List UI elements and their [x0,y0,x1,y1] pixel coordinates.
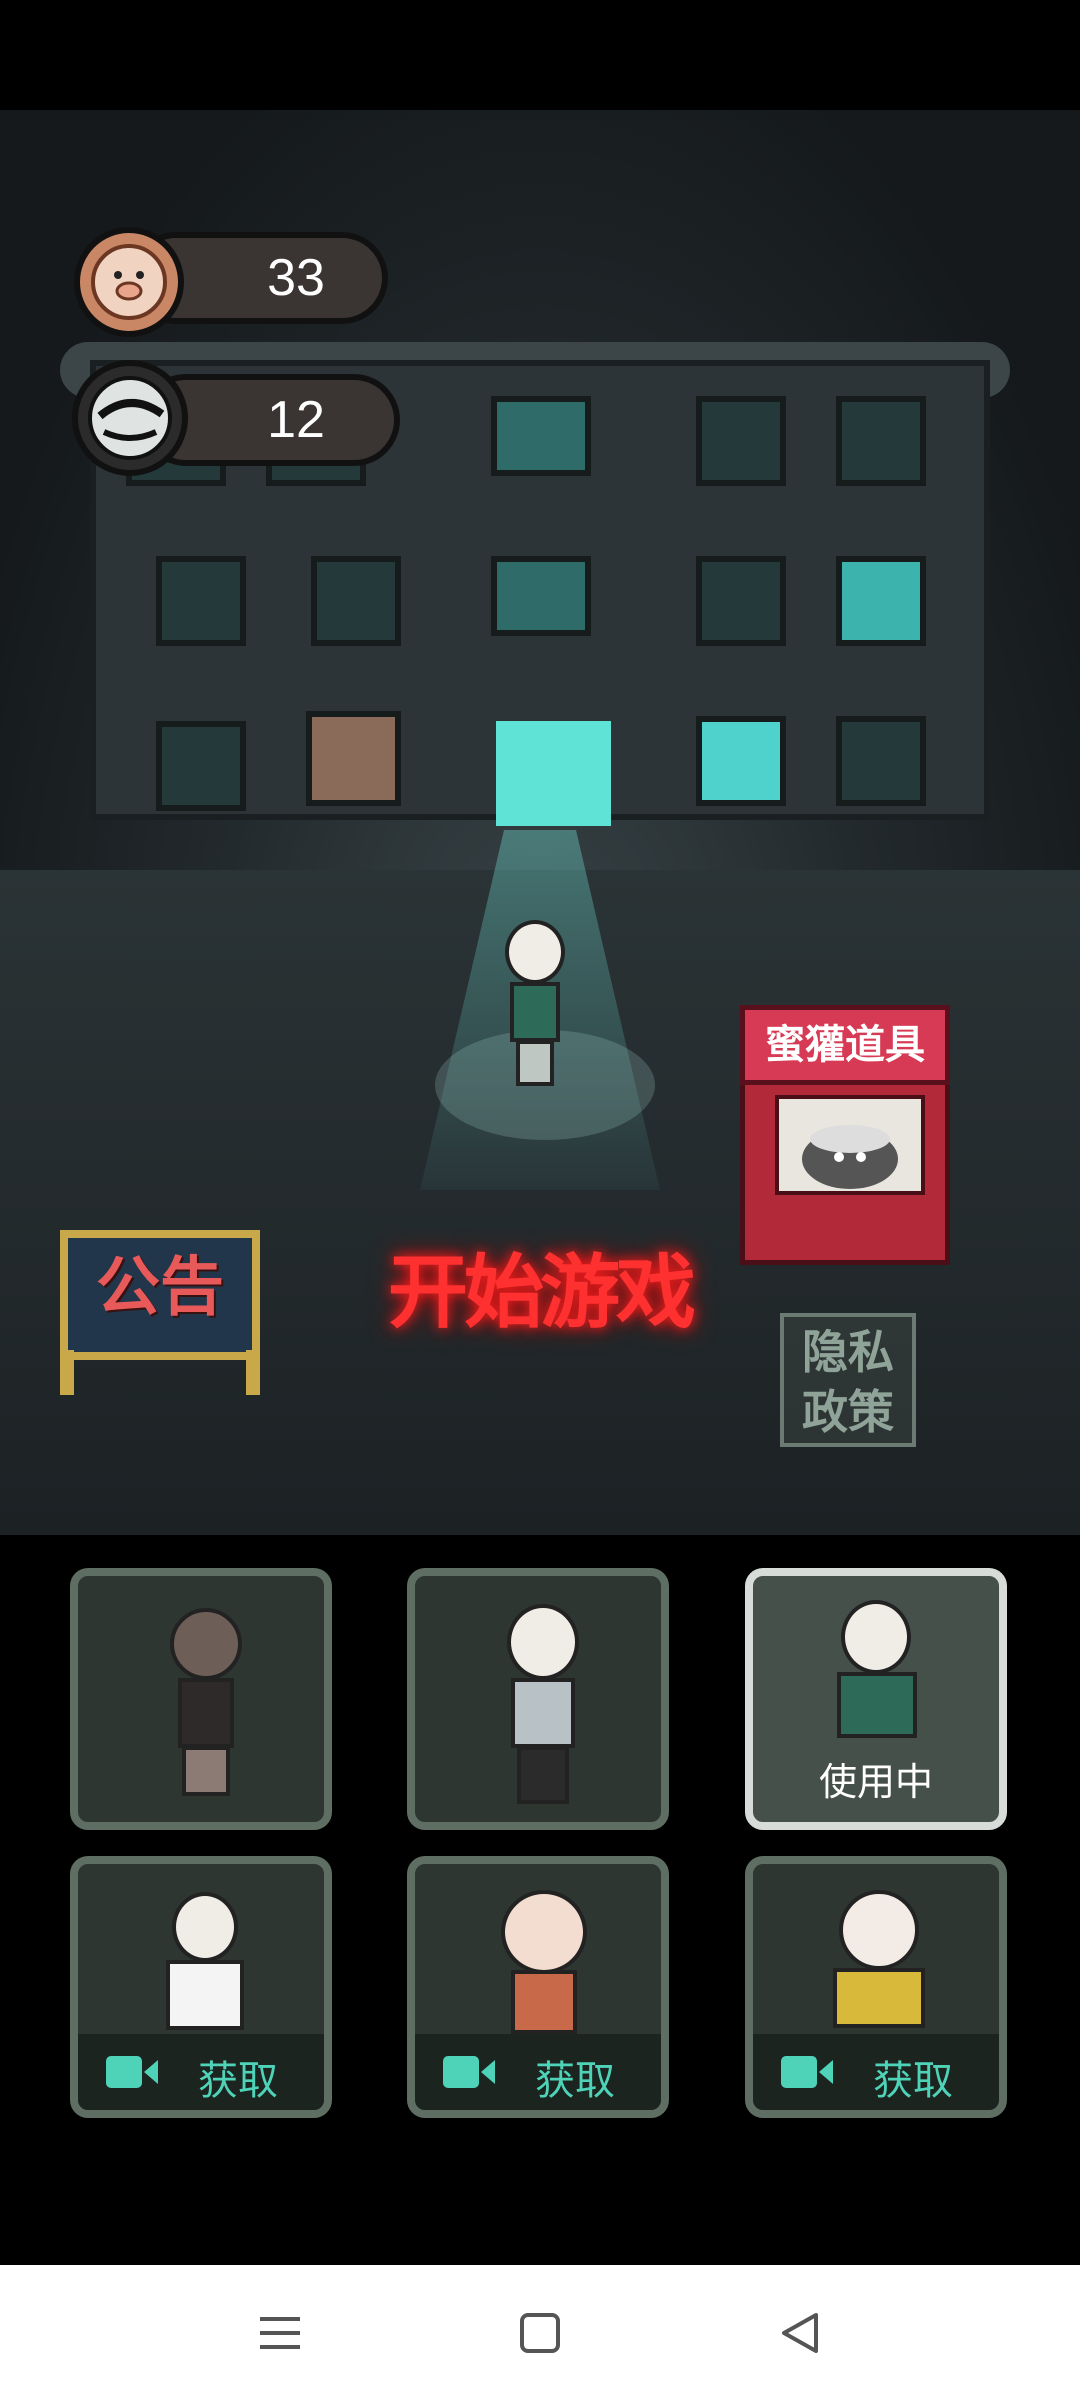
start-game-button[interactable]: 开始游戏 [370,1245,710,1340]
ticket-count: 12 [267,391,325,449]
video-camera-icon [781,2056,833,2088]
video-camera-icon [443,2056,495,2088]
character-card-4[interactable]: 获取 [70,1856,332,2118]
acquire-bar[interactable]: 获取 [78,2034,324,2110]
game-scene: 33 12 蜜獾道具 公告 开始游戏 隐私 政策 [0,110,1080,1535]
privacy-policy-button[interactable]: 隐私 政策 [780,1313,916,1447]
notice-board-button[interactable]: 公告 [60,1230,260,1395]
privacy-label-line2: 政策 [802,1385,894,1439]
character-card-6[interactable]: 获取 [745,1856,1007,2118]
status-bar [0,0,1080,110]
pig-coin-icon [74,227,184,337]
menu-icon[interactable] [250,2303,310,2363]
acquire-bar[interactable]: 获取 [753,2034,999,2110]
in-use-label: 使用中 [818,1760,933,1804]
acquire-label: 获取 [873,2058,953,2104]
shop-sign: 蜜獾道具 [740,1005,950,1085]
home-square-icon[interactable] [510,2303,570,2363]
character-card-2[interactable] [407,1568,669,1830]
navigation-bar [0,2265,1080,2400]
honey-badger-shop[interactable]: 蜜獾道具 [740,1005,950,1265]
glowing-door [496,721,611,826]
character-card-1[interactable] [70,1568,332,1830]
character-select-panel: 使用中 获取 获取 获取 [0,1535,1080,2265]
privacy-label-line1: 隐私 [802,1325,894,1379]
acquire-label: 获取 [198,2058,278,2104]
player-character [505,920,565,984]
acquire-label: 获取 [535,2058,615,2104]
video-camera-icon [106,2056,158,2088]
notice-label: 公告 [96,1251,224,1325]
character-card-5[interactable]: 获取 [407,1856,669,2118]
coin-count: 33 [267,249,325,307]
honey-badger-icon [802,1125,898,1189]
back-triangle-icon[interactable] [770,2303,830,2363]
character-card-3[interactable]: 使用中 [745,1568,1007,1830]
ticket-icon [72,360,188,476]
acquire-bar[interactable]: 获取 [415,2034,661,2110]
